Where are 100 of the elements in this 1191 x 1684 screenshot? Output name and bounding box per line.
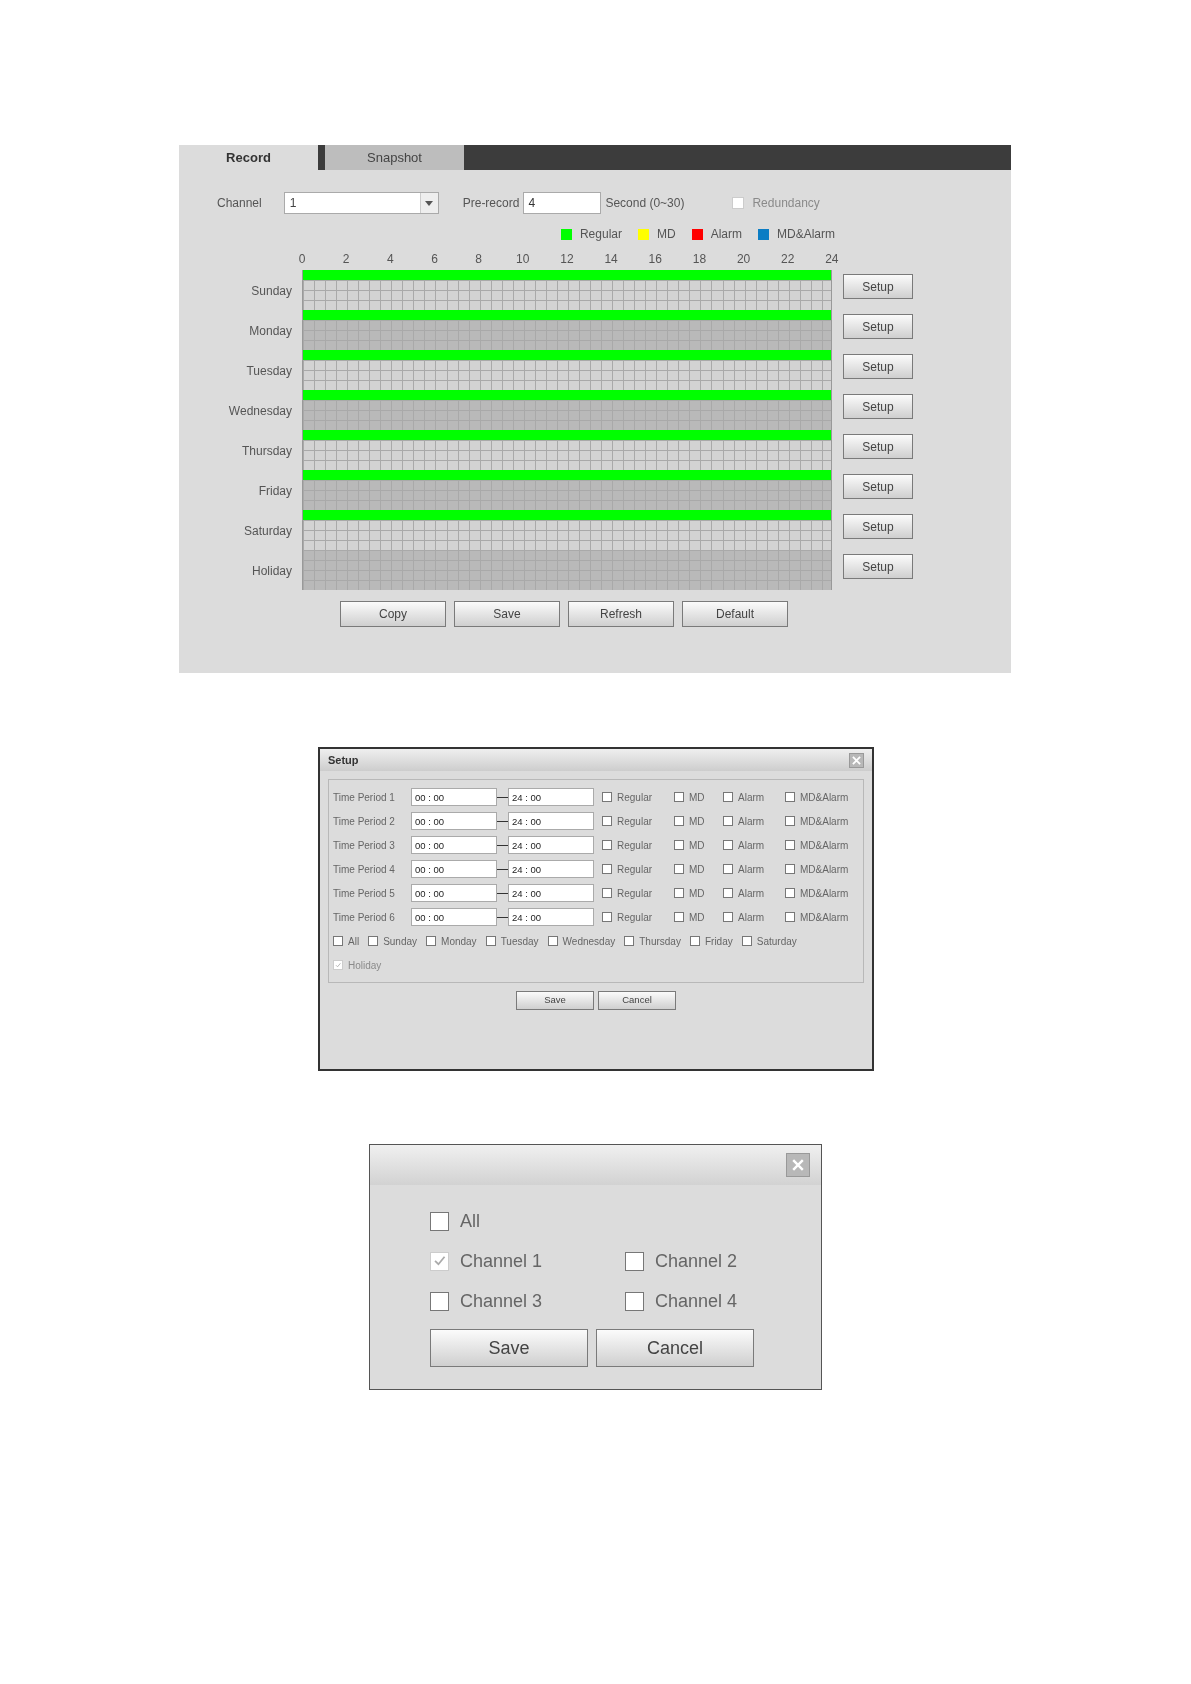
checkbox[interactable]: [602, 912, 612, 922]
dialog-button[interactable]: Cancel: [598, 991, 676, 1010]
checkbox[interactable]: [674, 840, 684, 850]
action-button[interactable]: Save: [454, 601, 560, 627]
close-button[interactable]: [786, 1153, 810, 1177]
checkbox[interactable]: [602, 864, 612, 874]
start-time-field[interactable]: 00 : 00: [411, 812, 497, 830]
type-label: MD: [689, 910, 705, 925]
tab[interactable]: Record: [179, 145, 318, 170]
type-label: Alarm: [738, 862, 765, 877]
checkbox[interactable]: [723, 816, 733, 826]
start-time-field[interactable]: 00 : 00: [411, 908, 497, 926]
setup-button[interactable]: Setup: [843, 554, 913, 579]
day-label: Saturday: [242, 523, 293, 540]
day-label: Tuesday: [245, 363, 293, 380]
action-button[interactable]: Refresh: [568, 601, 674, 627]
checkbox[interactable]: [689, 936, 700, 946]
type-label: MD: [689, 886, 705, 901]
day-label: Wednesday: [227, 403, 293, 420]
end-time-field[interactable]: 24 : 00: [508, 860, 594, 878]
checkbox[interactable]: [674, 792, 684, 802]
checkbox[interactable]: [602, 816, 612, 826]
end-time-field[interactable]: 24 : 00: [508, 836, 594, 854]
hour-label: 4: [385, 251, 395, 266]
hour-label: 2: [341, 251, 351, 266]
channel-option-label: Channel 2: [655, 1249, 738, 1273]
checkbox[interactable]: [723, 792, 733, 802]
checkbox[interactable]: [785, 840, 795, 850]
checkbox[interactable]: [625, 1251, 644, 1271]
close-button[interactable]: [849, 752, 864, 768]
day-label: Holiday: [250, 563, 293, 580]
action-button[interactable]: Copy: [340, 601, 446, 627]
channel-option-label: All: [460, 1209, 480, 1233]
checkbox[interactable]: [723, 864, 733, 874]
checkbox[interactable]: [426, 936, 437, 946]
dialog-button[interactable]: Save: [430, 1329, 588, 1367]
setup-button[interactable]: Setup: [843, 514, 913, 539]
checkbox[interactable]: [785, 792, 795, 802]
checkbox[interactable]: [723, 912, 733, 922]
channel-dropdown[interactable]: 1: [283, 192, 439, 214]
checkbox[interactable]: [602, 792, 612, 802]
type-label: Regular: [617, 886, 653, 901]
type-label: MD&Alarm: [800, 886, 849, 901]
period-label: Time Period 2: [333, 814, 396, 829]
checkbox[interactable]: [602, 840, 612, 850]
setup-button[interactable]: Setup: [843, 394, 913, 419]
checkbox[interactable]: [602, 888, 612, 898]
checkbox[interactable]: [785, 864, 795, 874]
checkbox[interactable]: [674, 912, 684, 922]
checkbox[interactable]: [674, 888, 684, 898]
setup-button[interactable]: Setup: [843, 314, 913, 339]
start-time-field[interactable]: 00 : 00: [411, 860, 497, 878]
setup-button[interactable]: Setup: [843, 434, 913, 459]
dialog-button[interactable]: Save: [516, 991, 594, 1010]
checkmark-icon: [432, 1254, 447, 1268]
checkbox[interactable]: [785, 912, 795, 922]
checkbox[interactable]: [625, 1291, 644, 1311]
end-time-field[interactable]: 24 : 00: [508, 788, 594, 806]
day-label: Monday: [248, 323, 293, 340]
checkbox[interactable]: [723, 888, 733, 898]
checkbox[interactable]: [333, 936, 343, 946]
start-time-field[interactable]: 00 : 00: [411, 884, 497, 902]
checkbox[interactable]: [785, 888, 795, 898]
checkbox[interactable]: [624, 936, 635, 946]
caret-icon: [425, 200, 434, 206]
end-time-field[interactable]: 24 : 00: [508, 908, 594, 926]
day-option-label: Wednesday: [562, 934, 616, 949]
tab[interactable]: Snapshot: [325, 145, 464, 170]
type-label: MD: [689, 862, 705, 877]
type-label: Regular: [617, 814, 653, 829]
type-label: Alarm: [738, 910, 765, 925]
checkbox[interactable]: [485, 936, 496, 946]
checkbox[interactable]: [741, 936, 752, 946]
end-time-field[interactable]: 24 : 00: [508, 884, 594, 902]
period-label: Time Period 1: [333, 790, 396, 805]
type-label: Alarm: [738, 814, 765, 829]
type-label: Regular: [617, 910, 653, 925]
checkbox[interactable]: [430, 1211, 449, 1231]
end-time-field[interactable]: 24 : 00: [508, 812, 594, 830]
checkbox[interactable]: [547, 936, 558, 946]
type-label: Regular: [617, 862, 653, 877]
checkbox[interactable]: [723, 840, 733, 850]
action-button[interactable]: Default: [682, 601, 788, 627]
setup-button[interactable]: Setup: [843, 274, 913, 299]
dialog-button[interactable]: Cancel: [596, 1329, 754, 1367]
setup-button[interactable]: Setup: [843, 354, 913, 379]
hour-label: 18: [691, 251, 708, 266]
checkbox[interactable]: [430, 1291, 449, 1311]
start-time-field[interactable]: 00 : 00: [411, 788, 497, 806]
checkbox[interactable]: [674, 816, 684, 826]
hour-label: 6: [430, 251, 439, 266]
checkbox[interactable]: [674, 864, 684, 874]
checkbox[interactable]: [785, 816, 795, 826]
setup-button[interactable]: Setup: [843, 474, 913, 499]
day-option-label: Saturday: [756, 934, 797, 949]
pre-record-field[interactable]: 4: [523, 192, 602, 214]
type-label: MD&Alarm: [800, 910, 849, 925]
start-time-field[interactable]: 00 : 00: [411, 836, 497, 854]
hour-label: 10: [515, 251, 531, 266]
checkbox[interactable]: [368, 936, 379, 946]
